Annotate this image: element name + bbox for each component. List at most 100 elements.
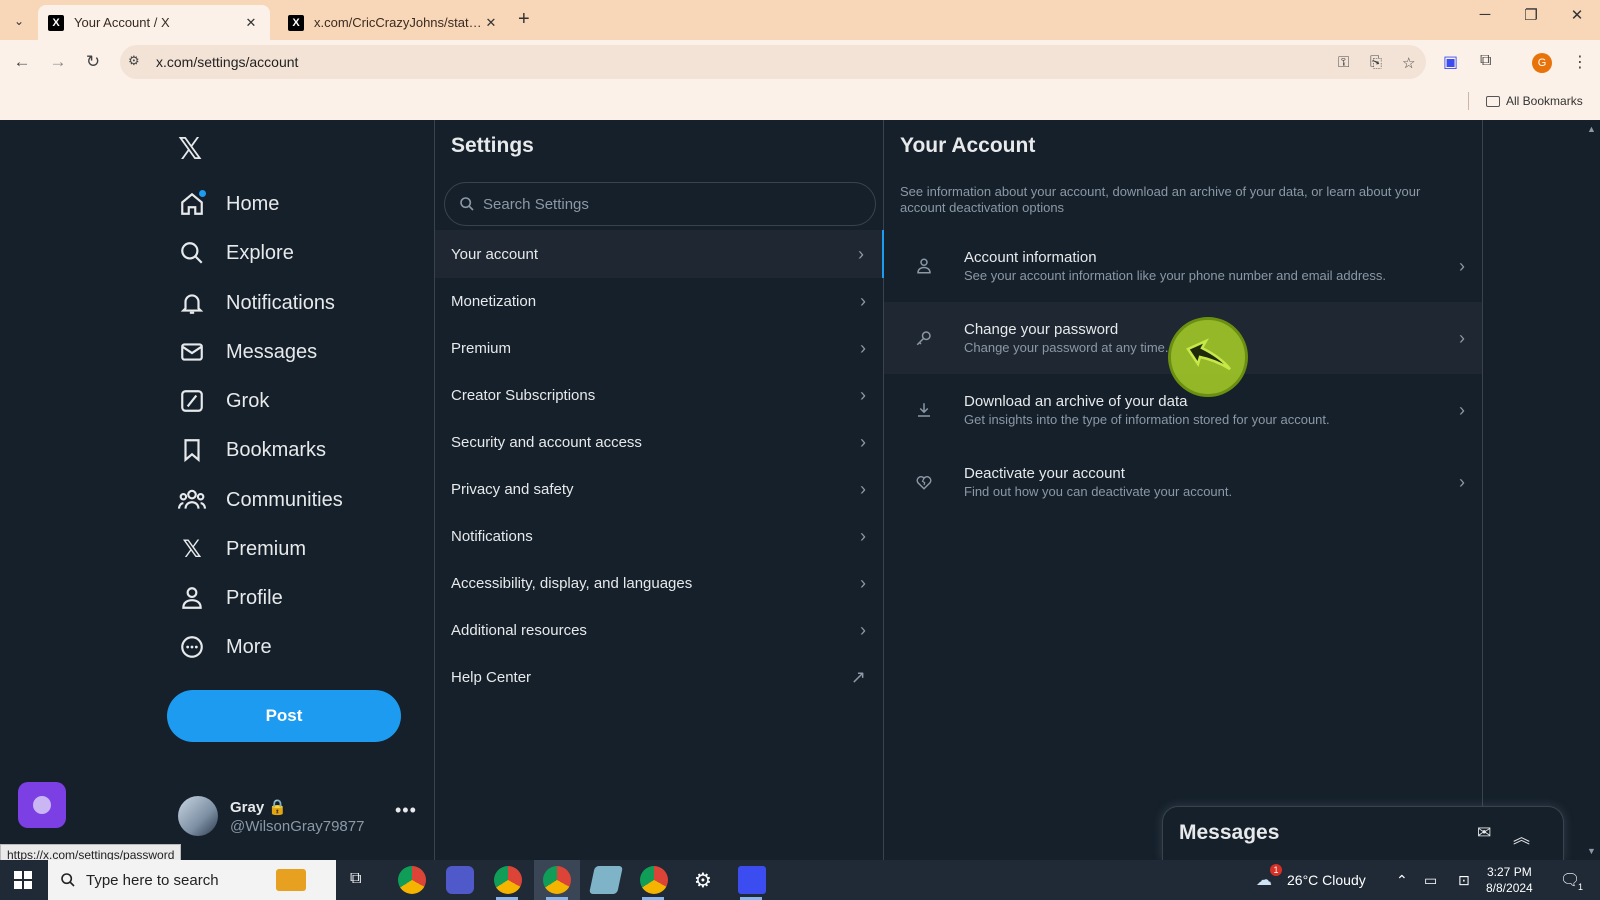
settings-item-premium[interactable]: Premium › bbox=[435, 324, 884, 372]
chrome-app-icon[interactable] bbox=[398, 866, 426, 894]
window-close-icon[interactable]: ✕ bbox=[1554, 6, 1600, 24]
install-app-icon[interactable]: ⎘ bbox=[1370, 54, 1382, 71]
chevron-right-icon: › bbox=[860, 478, 866, 499]
site-info-icon[interactable]: ⚙ bbox=[128, 53, 140, 69]
settings-item-help-center[interactable]: Help Center ↗ bbox=[435, 653, 884, 701]
tab-close-icon[interactable]: ✕ bbox=[482, 15, 500, 31]
nav-item-notifications[interactable]: Notifications bbox=[178, 283, 335, 323]
floating-assistant-button[interactable] bbox=[18, 782, 66, 828]
settings-item-label: Security and account access bbox=[451, 433, 642, 451]
settings-item-accessibility[interactable]: Accessibility, display, and languages › bbox=[435, 559, 884, 607]
password-key-icon[interactable]: ⚿ bbox=[1338, 54, 1349, 71]
restore-icon[interactable]: ❐ bbox=[1508, 6, 1554, 24]
settings-panel: Settings Your account › Monetization › Pre… bbox=[434, 120, 884, 860]
extensions-puzzle-icon[interactable]: ⧉ bbox=[1480, 52, 1491, 70]
account-item-deactivate[interactable]: Deactivate your account Find out how you … bbox=[884, 446, 1482, 518]
nav-item-communities[interactable]: Communities bbox=[178, 480, 343, 520]
taskbar-clock[interactable]: 3:27 PM 8/8/2024 bbox=[1486, 864, 1533, 896]
nav-item-profile[interactable]: Profile bbox=[178, 578, 283, 618]
nav-label: Grok bbox=[226, 389, 270, 412]
settings-item-label: Notifications bbox=[451, 527, 533, 545]
taskbar-search-box[interactable] bbox=[48, 860, 336, 900]
x-logo-icon[interactable]: 𝕏 bbox=[178, 132, 202, 167]
all-bookmarks-button[interactable]: All Bookmarks bbox=[1486, 94, 1583, 108]
assistant-circle-icon bbox=[33, 796, 51, 814]
chrome-profile-g-icon[interactable] bbox=[543, 866, 571, 894]
teams-app-icon[interactable] bbox=[446, 866, 474, 894]
back-arrow-icon[interactable]: ← bbox=[10, 50, 34, 74]
settings-item-additional-resources[interactable]: Additional resources › bbox=[435, 606, 884, 654]
settings-item-label: Help Center bbox=[451, 668, 532, 686]
network-icon[interactable]: ⊡ bbox=[1458, 872, 1470, 889]
nav-item-home[interactable]: Home bbox=[178, 184, 279, 224]
reload-icon[interactable]: ↻ bbox=[81, 50, 105, 74]
chevron-right-icon: › bbox=[1459, 327, 1465, 348]
bookmark-star-icon[interactable]: ☆ bbox=[1402, 54, 1415, 72]
nav-item-messages[interactable]: Messages bbox=[178, 332, 317, 372]
new-message-icon[interactable]: ✉ bbox=[1477, 823, 1491, 843]
browser-tab-your-account[interactable]: X Your Account / X ✕ bbox=[38, 5, 270, 40]
forward-arrow-icon[interactable]: → bbox=[46, 50, 70, 74]
messages-drawer-title: Messages bbox=[1179, 821, 1280, 844]
address-bar[interactable]: ⚙ x.com/settings/account ⚿ ⎘ ☆ bbox=[120, 45, 1426, 79]
account-more-icon[interactable]: ••• bbox=[395, 800, 417, 821]
external-link-icon: ↗ bbox=[850, 666, 866, 687]
notes-app-icon[interactable] bbox=[589, 866, 623, 894]
account-switcher[interactable]: Gray 🔒 @WilsonGray79877 bbox=[178, 794, 364, 838]
settings-item-your-account[interactable]: Your account › bbox=[435, 230, 884, 278]
nav-item-grok[interactable]: Grok bbox=[178, 381, 269, 421]
messages-drawer[interactable]: Messages ✉ ︽ bbox=[1162, 806, 1564, 860]
nav-item-bookmarks[interactable]: Bookmarks bbox=[178, 430, 326, 470]
scroll-up-icon[interactable]: ▲ bbox=[1587, 124, 1596, 134]
tray-chevron-up-icon[interactable]: ⌃ bbox=[1396, 872, 1408, 889]
settings-item-creator-subscriptions[interactable]: Creator Subscriptions › bbox=[435, 371, 884, 419]
settings-item-monetization[interactable]: Monetization › bbox=[435, 277, 884, 325]
x-logo-icon: 𝕏 bbox=[182, 535, 202, 563]
post-button[interactable]: Post bbox=[167, 690, 401, 742]
broken-heart-icon bbox=[884, 473, 964, 491]
windows-start-icon[interactable] bbox=[14, 871, 32, 889]
nav-label: Bookmarks bbox=[226, 438, 327, 461]
browser-tab-status[interactable]: X x.com/CricCrazyJohns/status/18 ✕ bbox=[278, 5, 510, 40]
cursor-highlight bbox=[1168, 317, 1248, 397]
taskbar-search-input[interactable] bbox=[86, 871, 256, 889]
new-tab-plus-icon[interactable]: + bbox=[518, 8, 530, 31]
battery-icon[interactable]: ▭ bbox=[1424, 872, 1437, 889]
nav-item-premium[interactable]: 𝕏 Premium bbox=[178, 529, 306, 569]
settings-gear-icon[interactable]: ⚙ bbox=[694, 868, 712, 893]
settings-item-notifications[interactable]: Notifications › bbox=[435, 512, 884, 560]
expand-chevron-up-icon[interactable]: ︽ bbox=[1513, 823, 1530, 848]
bookmark-icon bbox=[178, 436, 206, 464]
url-text[interactable]: x.com/settings/account bbox=[156, 54, 298, 70]
settings-item-label: Accessibility, display, and languages bbox=[451, 574, 693, 592]
chevron-right-icon: › bbox=[860, 431, 866, 452]
page-scrollbar[interactable]: ▲ ▼ bbox=[1584, 120, 1600, 860]
task-view-icon[interactable]: ⧉ bbox=[350, 870, 361, 888]
settings-search-box[interactable] bbox=[444, 182, 876, 226]
account-item-information[interactable]: Account information See your account info… bbox=[884, 230, 1482, 302]
account-title: Your Account bbox=[900, 134, 1036, 157]
weather-cloud-icon[interactable]: ☁ bbox=[1256, 870, 1272, 890]
tab-close-icon[interactable]: ✕ bbox=[242, 15, 260, 31]
browser-tab-strip: ⌄ X Your Account / X ✕ X x.com/CricCrazy… bbox=[0, 0, 1600, 40]
tab-search-chevron-icon[interactable]: ⌄ bbox=[8, 10, 30, 32]
account-item-subtitle: See your account information like your p… bbox=[964, 268, 1387, 283]
weather-text[interactable]: 26°C Cloudy bbox=[1287, 872, 1366, 888]
your-account-panel: Your Account See information about your … bbox=[884, 120, 1483, 860]
scroll-down-icon[interactable]: ▼ bbox=[1587, 846, 1596, 856]
chevron-right-icon: › bbox=[1459, 255, 1465, 276]
extension-app-icon[interactable]: ▣ bbox=[1443, 52, 1458, 72]
unread-dot bbox=[199, 190, 206, 197]
settings-item-security[interactable]: Security and account access › bbox=[435, 418, 884, 466]
profile-avatar[interactable]: G bbox=[1532, 53, 1552, 73]
extension-taskbar-icon[interactable] bbox=[738, 866, 766, 894]
primary-navigation: 𝕏 Home Explore Notifications Messages Gr… bbox=[0, 120, 434, 864]
nav-item-explore[interactable]: Explore bbox=[178, 233, 294, 273]
settings-item-privacy[interactable]: Privacy and safety › bbox=[435, 465, 884, 513]
minimize-icon[interactable]: ─ bbox=[1462, 6, 1508, 23]
chrome-profile-v-icon[interactable] bbox=[494, 866, 522, 894]
settings-search-input[interactable] bbox=[483, 195, 853, 213]
browser-menu-icon[interactable]: ⋮ bbox=[1572, 52, 1588, 72]
chrome-profile-v2-icon[interactable] bbox=[640, 866, 668, 894]
nav-item-more[interactable]: More bbox=[178, 627, 272, 667]
